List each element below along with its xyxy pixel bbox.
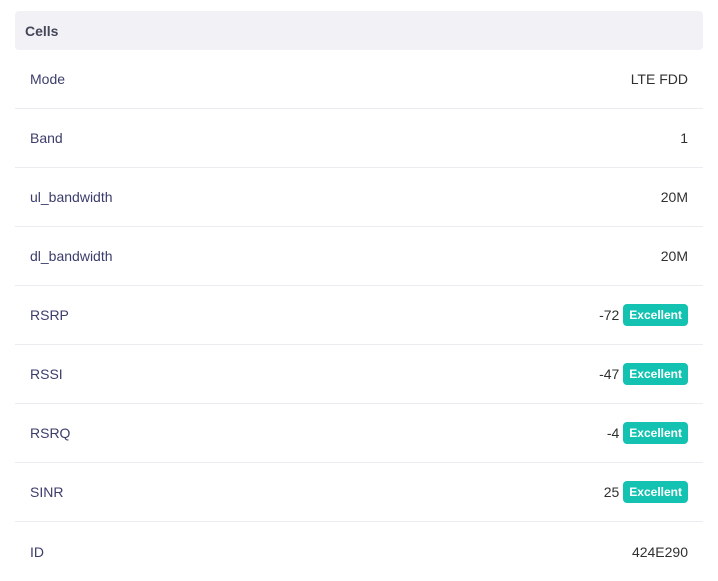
row-value-container: -4 Excellent [607, 422, 688, 444]
row-value: LTE FDD [630, 71, 688, 87]
row-rsrq: RSRQ -4 Excellent [15, 404, 703, 463]
row-value: -72 [599, 307, 620, 323]
row-label: Mode [30, 71, 66, 87]
row-value-container: -72 Excellent [599, 304, 688, 326]
status-badge: Excellent [623, 481, 688, 503]
row-value: 25 [603, 484, 620, 500]
row-label: dl_bandwidth [30, 248, 113, 264]
row-dl-bandwidth: dl_bandwidth 20M [15, 227, 703, 286]
row-mode: Mode LTE FDD [15, 50, 703, 109]
row-label: RSSI [30, 366, 63, 382]
row-value-container: -47 Excellent [599, 363, 688, 385]
row-band: Band 1 [15, 109, 703, 168]
cells-panel: Cells Mode LTE FDD Band 1 ul_bandwidth 2… [15, 11, 703, 581]
row-value-container: LTE FDD [631, 71, 688, 87]
row-value: 20M [660, 248, 688, 264]
row-value-container: 1 [680, 130, 688, 146]
row-sinr: SINR 25 Excellent [15, 463, 703, 522]
row-label: RSRP [30, 307, 69, 323]
row-label: ul_bandwidth [30, 189, 113, 205]
row-rssi: RSSI -47 Excellent [15, 345, 703, 404]
row-value: 424E290 [631, 543, 688, 560]
row-label: SINR [30, 484, 64, 500]
row-value-container: 20M [661, 248, 688, 264]
row-value-container: 20M [661, 189, 688, 205]
row-value: -47 [599, 366, 620, 382]
status-badge: Excellent [623, 363, 688, 385]
panel-title: Cells [15, 11, 703, 50]
row-ul-bandwidth: ul_bandwidth 20M [15, 168, 703, 227]
row-label: Band [30, 130, 63, 146]
status-badge: Excellent [623, 304, 688, 326]
row-label: ID [30, 543, 44, 560]
row-id: ID 424E290 [15, 522, 703, 581]
row-rsrp: RSRP -72 Excellent [15, 286, 703, 345]
status-badge: Excellent [623, 422, 688, 444]
row-value: 20M [660, 189, 688, 205]
row-value-container: 424E290 [632, 544, 688, 560]
row-label: RSRQ [30, 425, 71, 441]
row-value: 1 [680, 130, 688, 146]
row-value-container: 25 Excellent [604, 481, 688, 503]
row-value: -4 [606, 425, 620, 441]
